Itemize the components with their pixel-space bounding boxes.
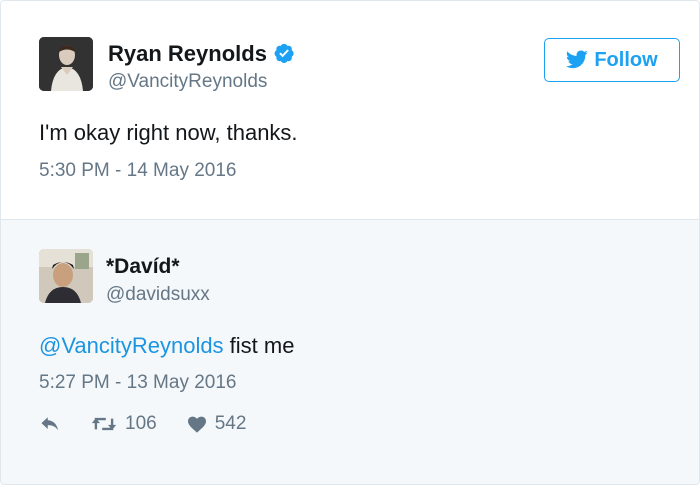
author-handle[interactable]: @VancityReynolds: [108, 71, 267, 93]
mention-link[interactable]: @VancityReynolds: [39, 333, 224, 358]
reply-icon: [39, 415, 61, 433]
author-name[interactable]: Ryan Reynolds: [108, 41, 295, 67]
tweet-text: I'm okay right now, thanks.: [39, 120, 298, 145]
tweet-embed: Ryan Reynolds @VancityReynolds Follow I'…: [0, 0, 700, 485]
reply-author-handle[interactable]: @davidsuxx: [106, 284, 210, 306]
reply-author-avatar[interactable]: [39, 249, 93, 303]
like-action[interactable]: 542: [187, 413, 247, 435]
like-heart-icon: [187, 415, 207, 433]
tweet-timestamp[interactable]: 5:30 PM - 14 May 2016: [39, 160, 237, 182]
reply-timestamp[interactable]: 5:27 PM - 13 May 2016: [39, 372, 237, 394]
author-name-text: Ryan Reynolds: [108, 41, 267, 66]
avatar-photo-icon: [39, 249, 93, 303]
twitter-bird-icon: [566, 42, 588, 69]
follow-label: Follow: [594, 49, 658, 71]
author-avatar[interactable]: [39, 37, 93, 91]
reply-text-body: fist me: [223, 333, 295, 358]
reply-action[interactable]: [39, 415, 61, 433]
retweet-icon: [91, 415, 117, 433]
retweet-action[interactable]: 106: [91, 413, 157, 435]
follow-button[interactable]: Follow: [544, 38, 680, 82]
tweet-actions: 106 542: [39, 411, 276, 437]
verified-badge-icon: [273, 42, 295, 64]
like-count: 542: [214, 413, 247, 434]
reply-tweet-text: @VancityReynolds fist me: [39, 332, 294, 360]
retweet-count: 106: [125, 413, 157, 434]
avatar-photo-icon: [39, 37, 93, 91]
reply-author-name[interactable]: *Davíd*: [106, 254, 180, 280]
main-tweet: Ryan Reynolds @VancityReynolds Follow I'…: [1, 1, 699, 218]
